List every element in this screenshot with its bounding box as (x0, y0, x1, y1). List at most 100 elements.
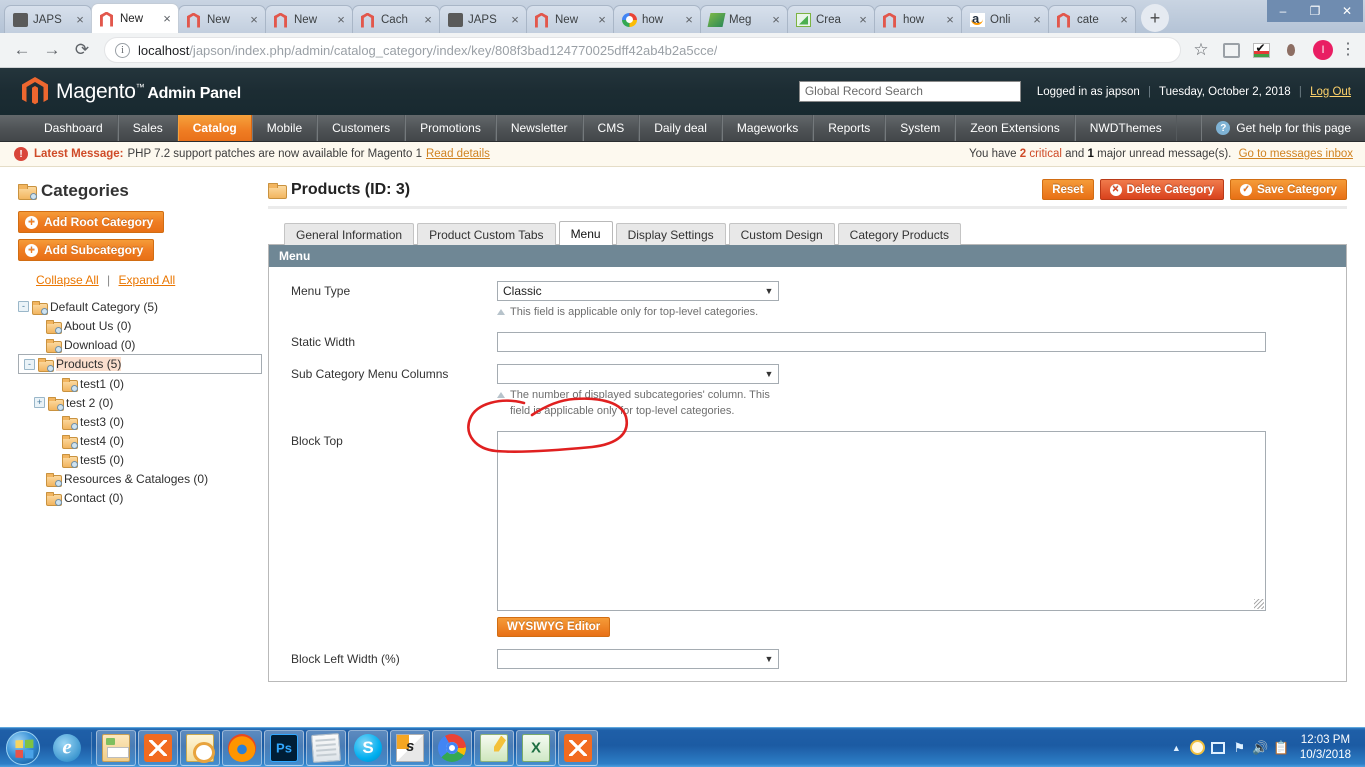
browser-tab[interactable]: New × (265, 5, 353, 33)
extension-check-icon[interactable] (1247, 36, 1275, 64)
tree-node-contact[interactable]: Contact (0) (18, 488, 262, 507)
taskbar-excel[interactable] (516, 729, 556, 766)
browser-tab[interactable]: Onli × (961, 5, 1049, 33)
taskbar-firefox[interactable] (222, 729, 262, 766)
window-close-button[interactable]: ✕ (1331, 0, 1363, 22)
address-bar[interactable]: i localhost/japson/index.php/admin/catal… (104, 37, 1181, 63)
add-root-category-button[interactable]: + Add Root Category (18, 211, 165, 233)
get-help-link[interactable]: ? Get help for this page (1201, 115, 1365, 141)
collapse-toggle-icon[interactable]: - (24, 358, 35, 370)
tree-node-test4[interactable]: test4 (0) (18, 431, 262, 450)
taskbar-file-explorer[interactable] (96, 729, 136, 766)
reload-icon[interactable]: ⟳ (68, 36, 96, 64)
expand-all-link[interactable]: Expand All (119, 273, 176, 287)
taskbar-notepad[interactable] (306, 729, 346, 766)
taskbar-outlook[interactable] (180, 729, 220, 766)
taskbar-chrome[interactable] (432, 729, 472, 766)
taskbar-clock[interactable]: 12:03 PM 10/3/2018 (1292, 733, 1359, 763)
tree-node-test2[interactable]: + test 2 (0) (18, 393, 262, 412)
close-icon[interactable]: × (73, 13, 87, 26)
tree-node-about-us[interactable]: About Us (0) (18, 316, 262, 335)
wysiwyg-editor-button[interactable]: WYSIWYG Editor (497, 617, 611, 637)
nav-item-promotions[interactable]: Promotions (405, 115, 496, 141)
collapse-toggle-icon[interactable]: - (18, 301, 29, 312)
browser-tab[interactable]: cate × (1048, 5, 1136, 33)
browser-tab[interactable]: JAPS × (4, 5, 92, 33)
bookmark-star-icon[interactable]: ☆ (1187, 36, 1215, 64)
nav-item-newsletter[interactable]: Newsletter (495, 115, 583, 141)
close-icon[interactable]: × (508, 13, 522, 26)
nav-item-dashboard[interactable]: Dashboard (30, 115, 118, 141)
sub-category-menu-columns-select[interactable]: ▼ (497, 364, 779, 384)
flag-icon[interactable]: ⚑ (1229, 737, 1250, 759)
close-icon[interactable]: × (682, 13, 696, 26)
tab-menu[interactable]: Menu (558, 221, 613, 245)
nav-item-mobile[interactable]: Mobile (251, 115, 318, 141)
new-tab-button[interactable]: + (1141, 4, 1169, 32)
close-icon[interactable]: × (1030, 13, 1044, 26)
tree-node-download[interactable]: Download (0) (18, 335, 262, 354)
logout-link[interactable]: Log Out (1310, 86, 1351, 98)
nav-item-nwdthemes[interactable]: NWDThemes (1074, 115, 1177, 141)
add-subcategory-button[interactable]: + Add Subcategory (18, 239, 155, 261)
maximize-button[interactable]: ❐ (1299, 0, 1331, 22)
browser-tab[interactable]: New × (178, 5, 266, 33)
browser-tab[interactable]: Cach × (352, 5, 440, 33)
close-icon[interactable]: × (160, 12, 174, 25)
reset-button[interactable]: Reset (1042, 179, 1094, 200)
extension-bug-icon[interactable] (1277, 36, 1305, 64)
tree-node-test1[interactable]: test1 (0) (18, 374, 262, 393)
tree-node-products[interactable]: - Products (5) (18, 354, 262, 374)
tree-node-default-category[interactable]: - Default Category (5) (18, 297, 262, 316)
browser-tab[interactable]: JAPS × (439, 5, 527, 33)
extension-icon[interactable] (1217, 36, 1245, 64)
browser-tab[interactable]: Meg × (700, 5, 788, 33)
nav-item-sales[interactable]: Sales (117, 115, 178, 141)
taskbar-notepad-plus[interactable] (474, 729, 514, 766)
taskbar-xampp-control[interactable] (558, 729, 598, 766)
minimize-button[interactable]: – (1267, 0, 1299, 22)
block-left-width-select[interactable]: ▼ (497, 649, 779, 669)
tree-node-test3[interactable]: test3 (0) (18, 412, 262, 431)
close-icon[interactable]: × (421, 13, 435, 26)
nav-item-cms[interactable]: CMS (582, 115, 640, 141)
nav-item-system[interactable]: System (885, 115, 956, 141)
nav-item-customers[interactable]: Customers (317, 115, 406, 141)
browser-tab[interactable]: New × (526, 5, 614, 33)
tab-product-custom-tabs[interactable]: Product Custom Tabs (417, 223, 556, 245)
browser-tab[interactable]: how × (613, 5, 701, 33)
browser-tab[interactable]: Crea × (787, 5, 875, 33)
tab-general-information[interactable]: General Information (284, 223, 415, 245)
close-icon[interactable]: × (769, 13, 783, 26)
back-icon[interactable]: ← (8, 36, 36, 64)
tab-display-settings[interactable]: Display Settings (615, 223, 726, 245)
tab-custom-design[interactable]: Custom Design (728, 223, 835, 245)
show-hidden-icons-button[interactable]: ▲ (1166, 737, 1187, 759)
nav-item-mageworks[interactable]: Mageworks (721, 115, 814, 141)
block-top-textarea[interactable] (497, 431, 1266, 611)
nav-item-reports[interactable]: Reports (813, 115, 886, 141)
tree-node-resources-cataloges[interactable]: Resources & Cataloges (0) (18, 469, 262, 488)
messages-inbox-link[interactable]: Go to messages inbox (1239, 148, 1353, 160)
browser-tab-active[interactable]: New × (91, 3, 179, 33)
close-icon[interactable]: × (247, 13, 261, 26)
close-icon[interactable]: × (334, 13, 348, 26)
tree-node-test5[interactable]: test5 (0) (18, 450, 262, 469)
close-icon[interactable]: × (943, 13, 957, 26)
chrome-menu-icon[interactable]: ⋮ (1339, 42, 1357, 58)
forward-icon[interactable]: → (38, 36, 66, 64)
static-width-input[interactable] (497, 332, 1266, 352)
nav-item-daily-deal[interactable]: Daily deal (639, 115, 722, 141)
site-info-icon[interactable]: i (115, 42, 130, 58)
taskbar-sublime-text[interactable] (390, 729, 430, 766)
browser-tab[interactable]: how × (874, 5, 962, 33)
save-category-button[interactable]: ✓ Save Category (1230, 179, 1347, 200)
global-search-input[interactable]: Global Record Search (798, 81, 1021, 102)
taskbar-xampp[interactable] (138, 729, 178, 766)
taskbar-internet-explorer[interactable] (47, 730, 87, 766)
close-icon[interactable]: × (856, 13, 870, 26)
nav-item-zeon-extensions[interactable]: Zeon Extensions (955, 115, 1075, 141)
nav-item-catalog[interactable]: Catalog (177, 115, 252, 141)
expand-toggle-icon[interactable]: + (34, 397, 45, 408)
avatar[interactable]: I (1313, 40, 1333, 60)
